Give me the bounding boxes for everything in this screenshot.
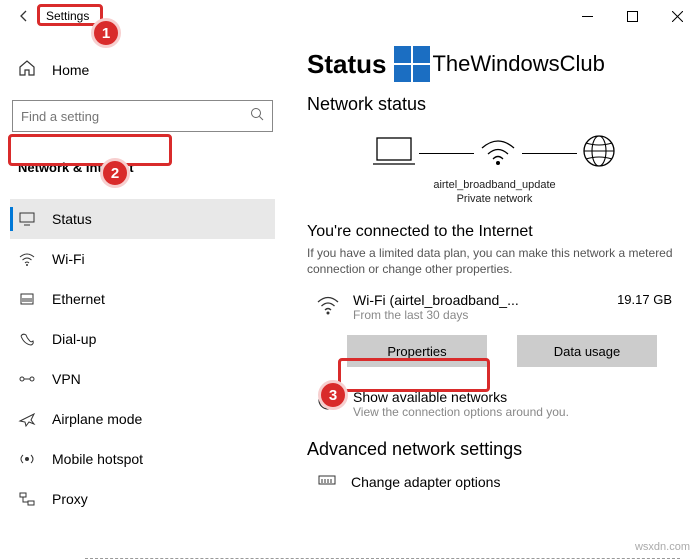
hotspot-icon	[18, 450, 36, 468]
close-button[interactable]	[655, 1, 700, 31]
sidebar-home[interactable]: Home	[10, 52, 275, 88]
adapter-icon	[317, 470, 337, 493]
content-pane: Status TheWindowsClub Network status air…	[285, 32, 700, 559]
wifi-icon	[478, 134, 518, 173]
globe-icon	[581, 133, 617, 174]
sidebar-item-label: Mobile hotspot	[52, 451, 143, 467]
wifi-icon	[315, 292, 341, 323]
data-usage-button[interactable]: Data usage	[517, 335, 657, 367]
sidebar-home-label: Home	[52, 62, 89, 78]
sidebar-item-label: VPN	[52, 371, 81, 387]
ethernet-icon	[18, 290, 36, 308]
proxy-icon	[18, 490, 36, 508]
sidebar-item-label: Status	[52, 211, 92, 227]
sidebar-item-hotspot[interactable]: Mobile hotspot	[10, 439, 275, 479]
sidebar-item-label: Wi-Fi	[52, 251, 85, 267]
advanced-heading: Advanced network settings	[307, 439, 682, 460]
diagram-type: Private network	[307, 192, 682, 206]
sidebar-item-airplane[interactable]: Airplane mode	[10, 399, 275, 439]
diagram-ssid: airtel_broadband_update	[307, 178, 682, 192]
connected-body: If you have a limited data plan, you can…	[307, 245, 682, 279]
brand-logo: TheWindowsClub	[394, 46, 604, 82]
maximize-button[interactable]	[610, 1, 655, 31]
computer-icon	[373, 134, 415, 173]
available-sub: View the connection options around you.	[353, 405, 569, 419]
vpn-icon	[18, 370, 36, 388]
sidebar-item-wifi[interactable]: Wi-Fi	[10, 239, 275, 279]
sidebar-item-label: Dial-up	[52, 331, 96, 347]
sidebar-item-proxy[interactable]: Proxy	[10, 479, 275, 519]
sidebar-item-dialup[interactable]: Dial-up	[10, 319, 275, 359]
dialup-icon	[18, 330, 36, 348]
sidebar-item-label: Ethernet	[52, 291, 105, 307]
network-diagram	[307, 133, 682, 174]
globe-icon	[317, 389, 339, 416]
window-title: Settings	[40, 7, 95, 25]
data-amount: 19.17 GB	[617, 292, 672, 307]
sidebar-item-ethernet[interactable]: Ethernet	[10, 279, 275, 319]
sidebar-item-vpn[interactable]: VPN	[10, 359, 275, 399]
wifi-sub: From the last 30 days	[353, 308, 605, 322]
sidebar-item-status[interactable]: Status	[10, 199, 275, 239]
home-icon	[18, 59, 36, 82]
section-heading: Network status	[307, 94, 682, 115]
page-title: Status	[307, 49, 386, 80]
adapter-label: Change adapter options	[351, 474, 500, 490]
properties-button[interactable]: Properties	[347, 335, 487, 367]
sidebar-item-label: Airplane mode	[52, 411, 142, 427]
sidebar-category-header: Network & Internet	[10, 150, 275, 185]
wifi-icon	[18, 250, 36, 268]
search-input[interactable]	[21, 109, 250, 124]
change-adapter-options[interactable]: Change adapter options	[307, 470, 682, 493]
back-button[interactable]	[10, 2, 38, 30]
watermark: wsxdn.com	[635, 541, 690, 553]
wifi-name: Wi-Fi (airtel_broadband_...	[353, 292, 605, 308]
search-box[interactable]	[12, 100, 273, 132]
search-icon	[250, 107, 264, 126]
brand-text: TheWindowsClub	[432, 51, 604, 77]
sidebar-item-label: Proxy	[52, 491, 88, 507]
status-icon	[18, 210, 36, 228]
airplane-icon	[18, 410, 36, 428]
sidebar: Home Network & Internet Status Wi-Fi Eth…	[0, 32, 285, 559]
minimize-button[interactable]	[565, 1, 610, 31]
show-available-networks[interactable]: Show available networks View the connect…	[307, 389, 682, 419]
available-title: Show available networks	[353, 389, 569, 405]
windows-logo-icon	[394, 46, 430, 82]
connected-heading: You're connected to the Internet	[307, 223, 682, 241]
